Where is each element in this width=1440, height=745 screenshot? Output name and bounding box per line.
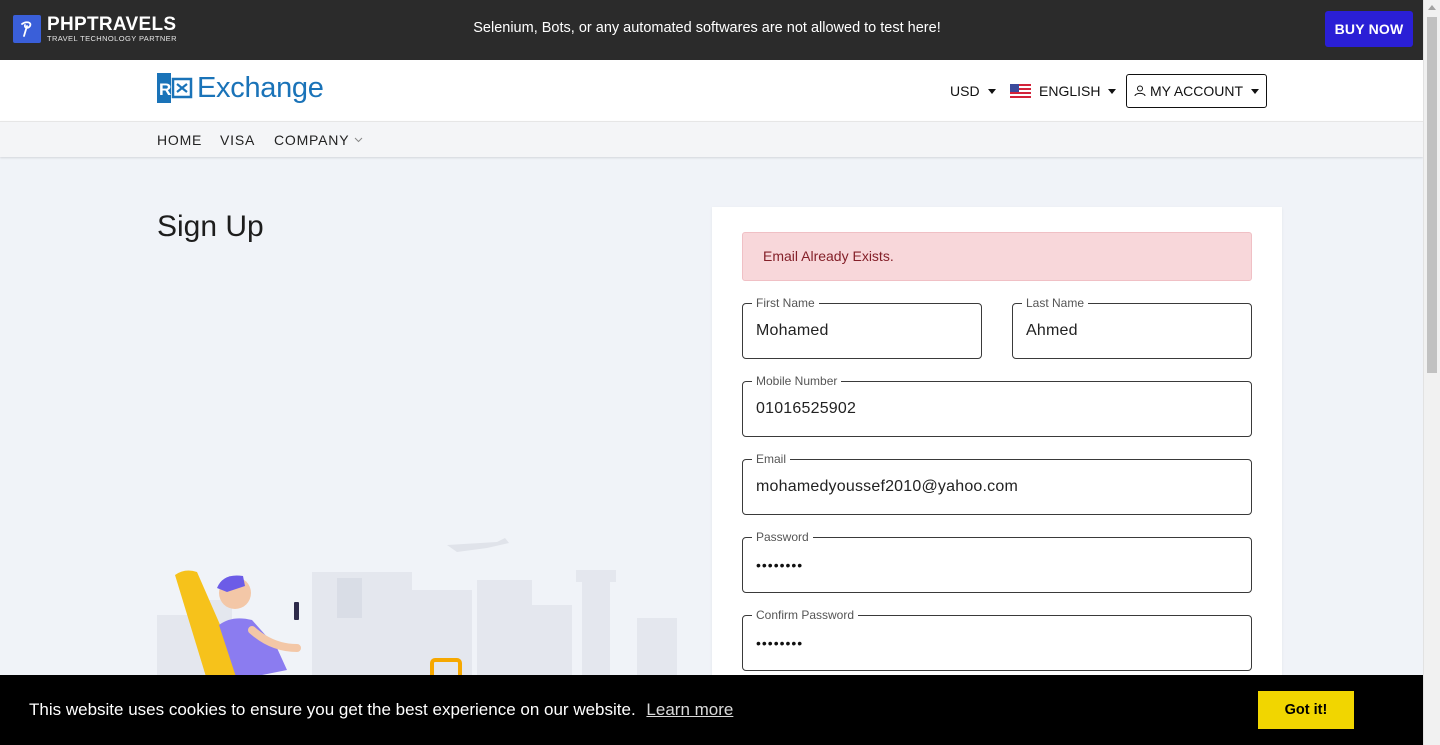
cookie-banner: This website uses cookies to ensure you … — [0, 675, 1423, 745]
chevron-down-icon — [355, 137, 363, 143]
password-value: •••••••• — [756, 557, 804, 573]
page-title: Sign Up — [157, 210, 264, 243]
confirm-password-value: •••••••• — [756, 635, 804, 651]
first-name-value: Mohamed — [756, 322, 829, 339]
chevron-down-icon — [987, 88, 996, 94]
email-field[interactable]: Email mohamedyoussef2010@yahoo.com — [742, 452, 1252, 515]
site-header: R Exchange USD ENGLISH MY ACCOUNT — [0, 60, 1423, 121]
exchange-logo-icon: R — [157, 73, 193, 103]
cookie-accept-button[interactable]: Got it! — [1258, 691, 1354, 729]
currency-dropdown[interactable]: USD — [950, 83, 996, 99]
scroll-up-arrow-icon[interactable] — [1428, 5, 1436, 10]
first-name-field[interactable]: First Name Mohamed — [742, 296, 982, 359]
mobile-number-value: 01016525902 — [756, 400, 857, 417]
confirm-password-field[interactable]: Confirm Password •••••••• — [742, 608, 1252, 671]
page-scrollbar[interactable] — [1423, 0, 1440, 745]
currency-label: USD — [950, 83, 980, 99]
us-flag-icon — [1010, 84, 1031, 98]
my-account-button[interactable]: MY ACCOUNT — [1126, 74, 1267, 108]
confirm-password-label: Confirm Password — [752, 608, 859, 622]
nav-item-home[interactable]: HOME — [157, 132, 202, 148]
top-bar: PHPTRAVELS TRAVEL TECHNOLOGY PARTNER Sel… — [0, 0, 1423, 60]
password-label: Password — [752, 530, 813, 544]
buy-now-button[interactable]: BUY NOW — [1325, 11, 1413, 47]
exchange-logo[interactable]: R Exchange — [157, 71, 324, 105]
nav-item-company[interactable]: COMPANY — [274, 132, 363, 148]
mobile-number-field[interactable]: Mobile Number 01016525902 — [742, 374, 1252, 437]
last-name-value: Ahmed — [1026, 322, 1078, 339]
last-name-field[interactable]: Last Name Ahmed — [1012, 296, 1252, 359]
language-dropdown[interactable]: ENGLISH — [1010, 83, 1117, 99]
logo-text: Exchange — [197, 71, 324, 104]
chevron-down-icon — [1108, 88, 1117, 94]
scrollbar-thumb[interactable] — [1427, 17, 1437, 373]
automation-notice: Selenium, Bots, or any automated softwar… — [473, 20, 941, 36]
language-label: ENGLISH — [1039, 83, 1101, 99]
user-icon — [1134, 85, 1146, 97]
nav-item-visa[interactable]: VISA — [220, 132, 255, 148]
error-alert: Email Already Exists. — [742, 232, 1252, 281]
signup-card: Email Already Exists. First Name Mohamed… — [712, 207, 1282, 745]
password-field[interactable]: Password •••••••• — [742, 530, 1252, 593]
email-value: mohamedyoussef2010@yahoo.com — [756, 478, 1018, 495]
svg-text:R: R — [159, 80, 171, 99]
my-account-label: MY ACCOUNT — [1149, 83, 1244, 99]
first-name-label: First Name — [752, 296, 819, 310]
nav-item-company-label: COMPANY — [274, 132, 350, 148]
learn-more-link[interactable]: Learn more — [646, 700, 733, 719]
mobile-number-label: Mobile Number — [752, 374, 842, 388]
main-nav: HOME VISA COMPANY — [0, 121, 1423, 157]
cookie-message: This website uses cookies to ensure you … — [29, 700, 636, 719]
chevron-down-icon — [1251, 88, 1260, 94]
last-name-label: Last Name — [1022, 296, 1089, 310]
traveler-illustration — [157, 538, 677, 680]
email-label: Email — [752, 452, 791, 466]
